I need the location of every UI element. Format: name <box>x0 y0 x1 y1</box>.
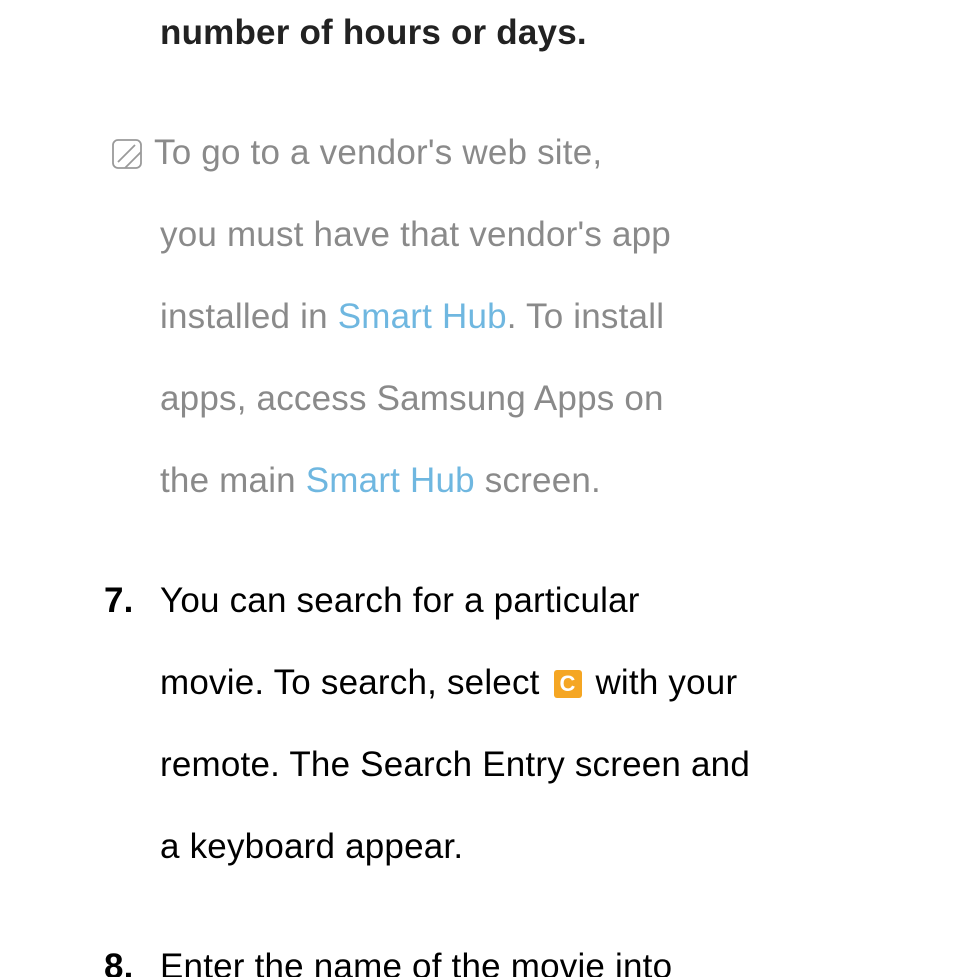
step-7-line-1: 7. You can search for a particular <box>160 583 904 618</box>
note-line-2: you must have that vendor's app <box>160 217 904 252</box>
step-8-line-1: 8. Enter the name of the movie into <box>160 949 904 977</box>
step-8: 8. Enter the name of the movie into <box>50 949 904 977</box>
step-8-number: 8. <box>104 949 160 977</box>
note-icon <box>112 139 142 169</box>
step-7-line-2: movie. To search, select C with your <box>160 665 904 700</box>
step-7-number: 7. <box>104 583 160 618</box>
note-line-4: apps, access Samsung Apps on <box>160 381 904 416</box>
manual-page: number of hours or days. To go to a vend… <box>0 15 954 977</box>
note-text-1: To go to a vendor's web site, <box>154 133 602 172</box>
note-text-3a: installed in <box>160 297 338 336</box>
step-7-text-2b: with your <box>586 663 738 702</box>
continuation-text: number of hours or days. <box>160 15 904 50</box>
step-7-line-3: remote. The Search Entry screen and <box>160 747 904 782</box>
smart-hub-highlight-1: Smart Hub <box>338 297 507 336</box>
note-text-3c: . To install <box>507 297 664 336</box>
note-text-5c: screen. <box>475 461 601 500</box>
step-7-text-2a: movie. To search, select <box>160 663 550 702</box>
c-button-icon: C <box>554 670 582 698</box>
step-7: 7. You can search for a particular movie… <box>50 583 904 864</box>
note-line-3: installed in Smart Hub. To install <box>160 299 904 334</box>
step-7-line-4: a keyboard appear. <box>160 829 904 864</box>
step-8-text-1: Enter the name of the movie into <box>160 947 672 977</box>
previous-step-continuation: number of hours or days. <box>160 15 904 50</box>
note-block: To go to a vendor's web site, you must h… <box>160 135 904 498</box>
note-text-5a: the main <box>160 461 306 500</box>
note-line-5: the main Smart Hub screen. <box>160 463 904 498</box>
smart-hub-highlight-2: Smart Hub <box>306 461 475 500</box>
note-line-1: To go to a vendor's web site, <box>160 135 904 170</box>
step-7-text-1: You can search for a particular <box>160 581 640 620</box>
